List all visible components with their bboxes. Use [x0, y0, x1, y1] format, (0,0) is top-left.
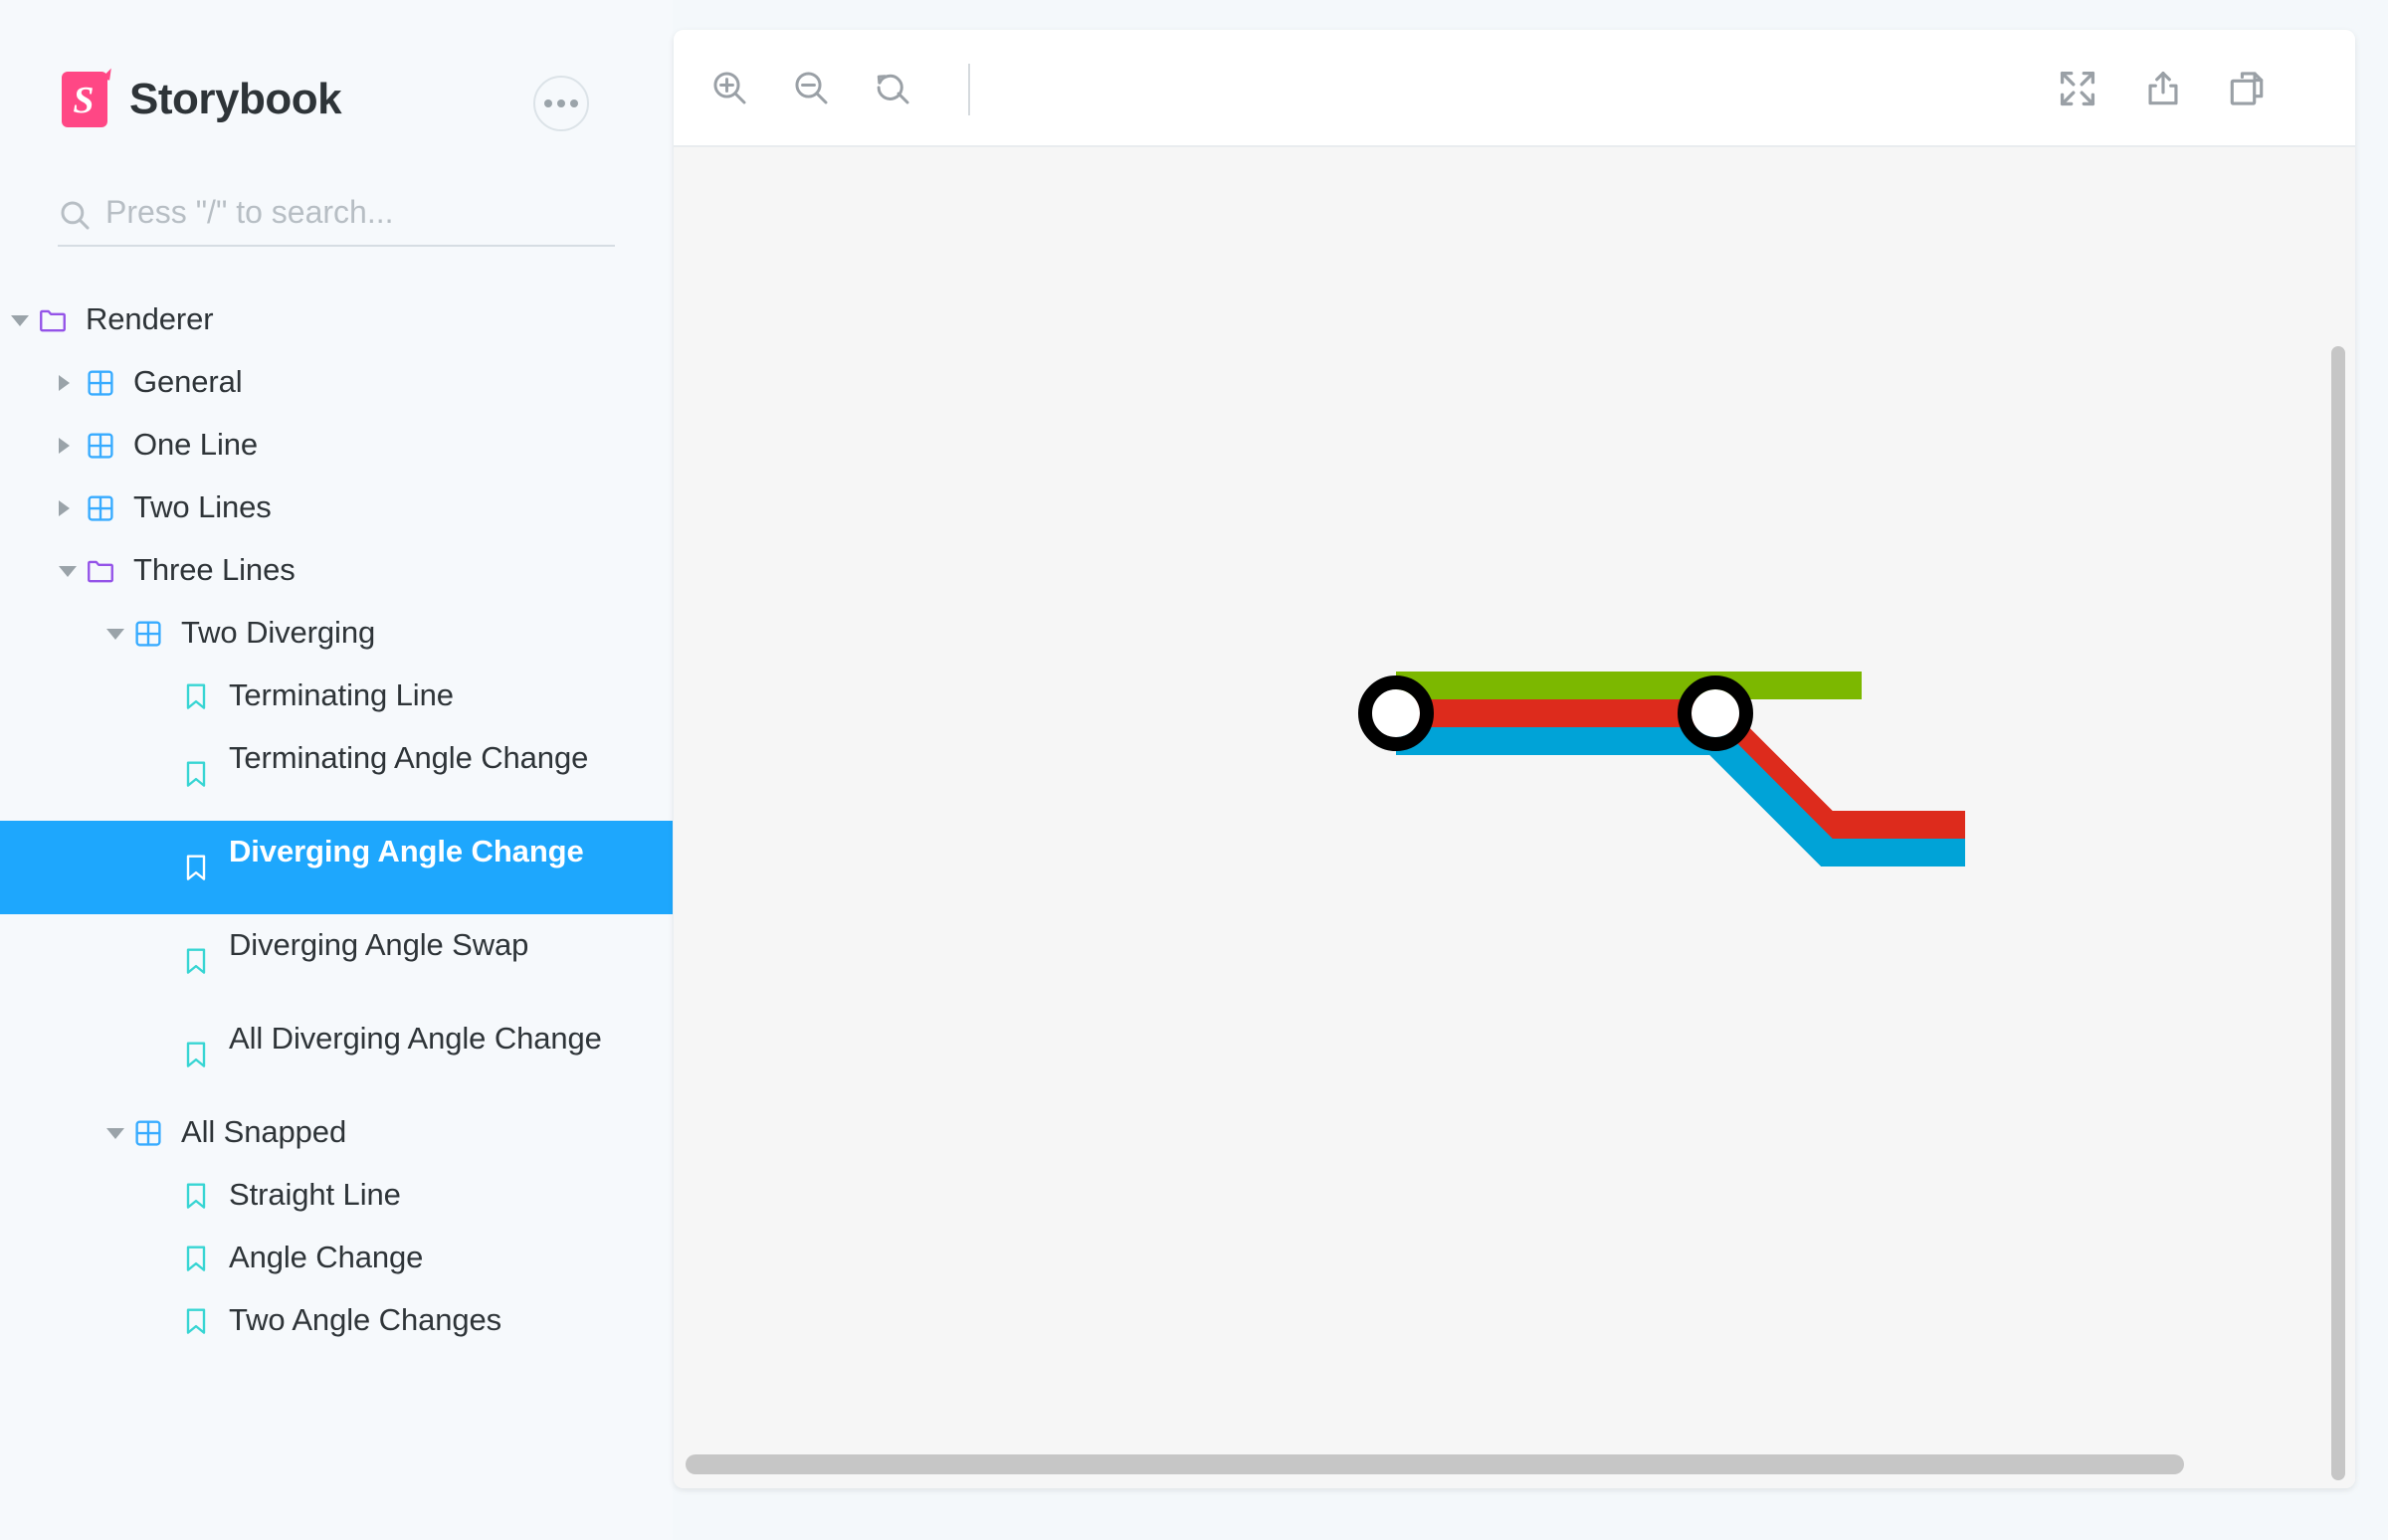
fullscreen-glyph — [2060, 71, 2095, 106]
tree-item-label: Two Lines — [133, 488, 272, 524]
tree-item-label: Renderer — [86, 300, 214, 336]
chevron-right-icon[interactable] — [59, 437, 70, 454]
tree-item-label: General — [133, 363, 243, 399]
bookmark-icon — [186, 948, 206, 974]
zoom-reset-icon[interactable] — [863, 58, 924, 119]
chevron-down-icon[interactable] — [106, 628, 124, 640]
canvas-toolbar — [674, 30, 2355, 147]
tree-item-label: One Line — [133, 426, 259, 462]
folder-icon — [40, 309, 66, 331]
sidebar: S Storybook Press "/" to search... Rende… — [0, 0, 673, 1540]
story-item-two-angle-changes[interactable]: Two Angle Changes — [0, 1289, 673, 1352]
tree-item-label: Diverging Angle Swap — [229, 927, 529, 962]
zoom-reset-glyph — [877, 74, 909, 104]
tree-group-three-lines[interactable]: Three Lines — [0, 539, 673, 602]
story-item-all-diverging-angle-change[interactable]: All Diverging Angle Change — [0, 1008, 673, 1101]
zoom-in-glyph — [713, 72, 746, 104]
folder-icon — [88, 560, 113, 582]
tree-item-label: Two Angle Changes — [229, 1301, 502, 1337]
ellipsis-dots — [544, 99, 578, 107]
bookmark-icon — [186, 1307, 206, 1334]
tree-group-one-line[interactable]: One Line — [0, 414, 673, 477]
tree-group-two-diverging[interactable]: Two Diverging — [0, 602, 673, 665]
station-marker-right — [1678, 675, 1753, 751]
search-icon — [61, 201, 90, 230]
story-item-diverging-angle-change[interactable]: Diverging Angle Change — [0, 821, 673, 914]
zoom-out-glyph — [795, 72, 828, 104]
bookmark-icon — [186, 1245, 206, 1271]
toolbar-divider — [968, 64, 970, 115]
search-input[interactable]: Press "/" to search... — [58, 185, 615, 247]
chevron-down-icon[interactable] — [11, 314, 29, 326]
chevron-right-icon[interactable] — [59, 499, 70, 516]
search-placeholder: Press "/" to search... — [105, 194, 394, 230]
story-item-straight-line[interactable]: Straight Line — [0, 1164, 673, 1227]
tree-group-two-lines[interactable]: Two Lines — [0, 477, 673, 539]
storybook-logo-icon: S — [62, 67, 111, 127]
share-icon[interactable] — [2132, 58, 2194, 119]
component-icon — [88, 494, 113, 521]
bookmark-icon — [186, 1042, 206, 1067]
tree-group-all-snapped[interactable]: All Snapped — [0, 1101, 673, 1164]
bookmark-icon — [186, 855, 206, 880]
share-glyph — [2148, 72, 2178, 105]
tree-group-renderer[interactable]: Renderer — [0, 289, 673, 351]
chevron-down-icon[interactable] — [59, 565, 77, 577]
component-icon — [88, 369, 113, 396]
story-item-terminating-line[interactable]: Terminating Line — [0, 665, 673, 727]
horizontal-scrollbar[interactable] — [686, 1454, 2184, 1474]
tree-item-label: Terminating Angle Change — [229, 740, 589, 775]
component-icon — [135, 1119, 161, 1146]
story-item-terminating-angle-change[interactable]: Terminating Angle Change — [0, 727, 673, 821]
brand-title: Storybook — [129, 75, 342, 123]
component-icon — [135, 620, 161, 647]
tree-item-label: All Diverging Angle Change — [229, 1021, 602, 1056]
story-item-angle-change[interactable]: Angle Change — [0, 1227, 673, 1289]
vertical-scrollbar[interactable] — [2331, 346, 2345, 1480]
bookmark-icon — [186, 761, 206, 787]
transit-line-diagram — [1358, 672, 1965, 866]
tree-item-label: Terminating Line — [229, 676, 454, 712]
component-icon — [88, 432, 113, 459]
chevron-right-icon[interactable] — [59, 374, 70, 391]
story-item-diverging-angle-swap[interactable]: Diverging Angle Swap — [0, 914, 673, 1008]
copy-icon[interactable] — [2216, 58, 2278, 119]
tree-item-label: Diverging Angle Change — [229, 834, 584, 868]
copy-glyph — [2230, 72, 2264, 105]
tree-item-label: Two Diverging — [181, 614, 376, 650]
bookmark-icon — [186, 682, 206, 709]
tree-item-label: Straight Line — [229, 1176, 401, 1212]
station-fill — [1692, 689, 1739, 737]
station-marker-left — [1358, 675, 1434, 751]
fullscreen-icon[interactable] — [2047, 58, 2108, 119]
zoom-out-icon[interactable] — [781, 58, 843, 119]
tree-item-label: All Snapped — [181, 1113, 347, 1149]
station-fill — [1372, 689, 1420, 737]
story-tree: Renderer General One Line Two Lines Three Li… — [0, 289, 673, 1540]
chevron-down-icon[interactable] — [106, 1127, 124, 1139]
tree-group-general[interactable]: General — [0, 351, 673, 414]
canvas-stage — [674, 147, 2355, 1488]
preview-panel — [674, 30, 2355, 1488]
bookmark-icon — [186, 1182, 206, 1209]
tree-item-label: Three Lines — [133, 551, 296, 587]
storybook-app: S Storybook Press "/" to search... Rende… — [0, 0, 2388, 1540]
zoom-in-icon[interactable] — [699, 58, 761, 119]
tree-item-label: Angle Change — [229, 1239, 424, 1274]
ellipsis-icon[interactable] — [533, 76, 589, 131]
